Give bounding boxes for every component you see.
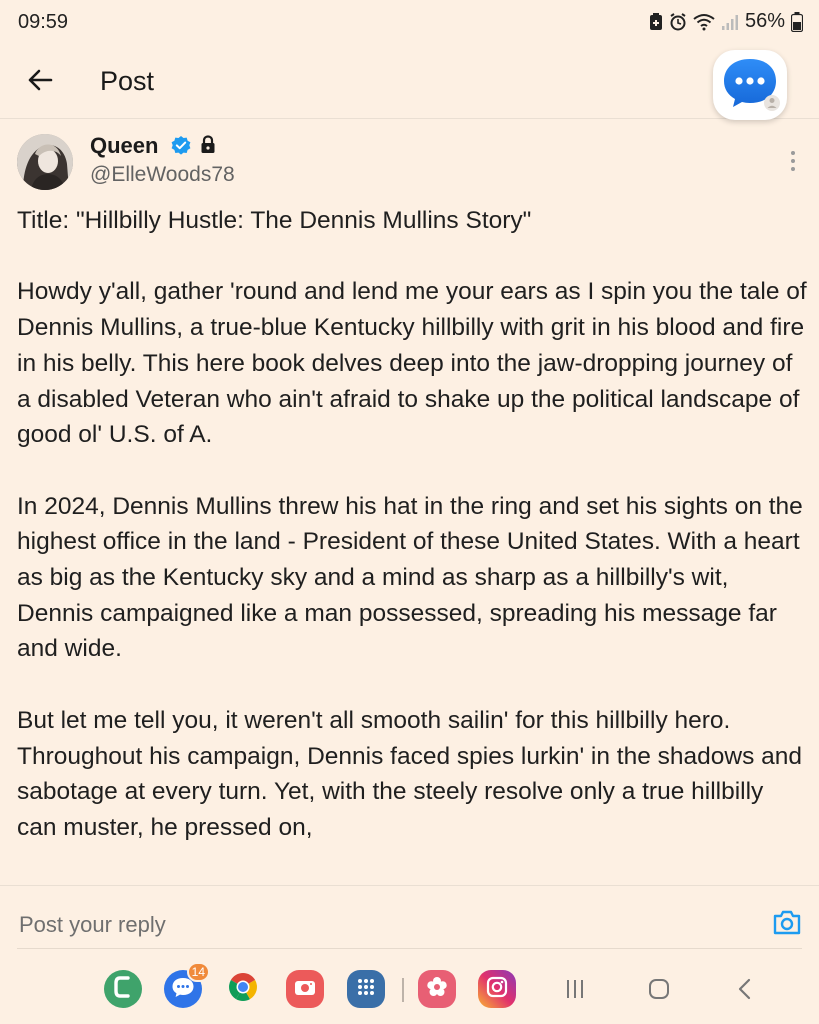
floating-chat-button[interactable] — [713, 50, 787, 120]
camera-button[interactable] — [772, 908, 802, 938]
arrow-left-icon — [27, 68, 53, 97]
avatar[interactable] — [17, 134, 73, 190]
blossom-app-icon — [425, 975, 449, 1004]
blossom-app[interactable] — [418, 970, 456, 1008]
battery-saver-icon — [649, 12, 663, 31]
back-nav-icon — [735, 977, 755, 1006]
post-paragraph: Howdy y'all, gather 'round and lend me y… — [17, 278, 807, 449]
instagram-app[interactable] — [478, 970, 516, 1008]
home-icon — [647, 977, 671, 1006]
lock-icon — [200, 135, 216, 160]
camera-app[interactable] — [286, 970, 324, 1008]
app-drawer-icon — [356, 977, 376, 1002]
verified-badge-icon — [170, 135, 192, 162]
camera-icon — [772, 910, 802, 940]
divider — [0, 885, 819, 886]
back-nav-button[interactable] — [730, 976, 760, 1006]
wifi-icon — [693, 13, 715, 31]
signal-icon — [721, 13, 739, 31]
status-bar: 09:59 56% — [0, 0, 819, 46]
more-vertical-icon — [791, 151, 795, 155]
top-app-bar: Post — [0, 46, 819, 119]
navigation-dock: 14 — [0, 960, 819, 1024]
dock-separator — [402, 978, 404, 1002]
alarm-icon — [669, 12, 687, 31]
chrome-icon — [227, 971, 259, 1008]
instagram-icon — [485, 975, 509, 1004]
page-title: Post — [100, 66, 155, 96]
post-paragraph: Title: "Hillbilly Hustle: The Dennis Mul… — [17, 207, 532, 234]
phone-app[interactable] — [104, 970, 142, 1008]
recents-button[interactable] — [560, 976, 590, 1006]
back-button[interactable] — [22, 64, 58, 100]
chrome-app[interactable] — [224, 970, 262, 1008]
paragraph-spacer — [17, 667, 807, 703]
camera-app-icon — [293, 976, 317, 1003]
divider — [17, 948, 802, 949]
post-paragraph: But let me tell you, it weren't all smoo… — [17, 706, 803, 841]
messages-app[interactable]: 14 — [164, 962, 210, 1008]
post-author: Queen @ElleWoods78 — [17, 132, 807, 196]
author-name[interactable]: Queen — [90, 133, 158, 159]
status-icons: 56% — [649, 10, 803, 33]
paragraph-spacer — [17, 239, 807, 275]
post-text: Title: "Hillbilly Hustle: The Dennis Mul… — [17, 203, 807, 885]
status-time: 09:59 — [18, 11, 69, 33]
post-paragraph: In 2024, Dennis Mullins threw his hat in… — [17, 492, 803, 663]
messages-badge: 14 — [186, 962, 210, 982]
recents-icon — [563, 978, 587, 1005]
battery-percent: 56% — [744, 10, 785, 32]
chat-bubble-icon — [719, 54, 781, 117]
app-drawer[interactable] — [347, 970, 385, 1008]
paragraph-spacer — [17, 453, 807, 489]
home-button[interactable] — [644, 976, 674, 1006]
phone-icon — [112, 975, 134, 1004]
battery-icon — [791, 11, 803, 32]
author-handle[interactable]: @ElleWoods78 — [90, 163, 235, 187]
more-options-button[interactable] — [781, 146, 805, 176]
reply-input[interactable] — [17, 908, 741, 942]
